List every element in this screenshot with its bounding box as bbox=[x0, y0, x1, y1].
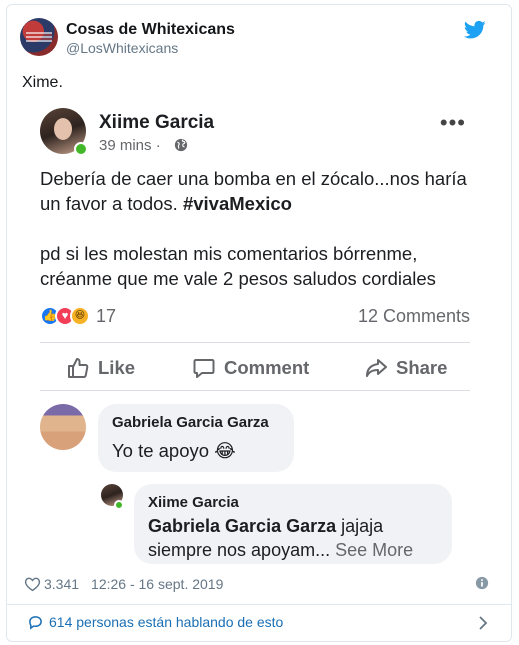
online-status-dot bbox=[74, 142, 88, 156]
comment-label: Comment bbox=[224, 357, 310, 378]
tweet-text: Xime. bbox=[22, 74, 63, 91]
comment-action: Comment bbox=[192, 350, 309, 386]
share-label: Share bbox=[396, 357, 448, 378]
like-action: Like bbox=[66, 350, 135, 386]
chevron-right-icon[interactable] bbox=[477, 616, 489, 630]
reply-text: Gabriela Garcia Garza jajaja siempre nos… bbox=[148, 514, 448, 562]
post-body: Debería de caer una bomba en el zócalo..… bbox=[40, 166, 470, 316]
post-text-ps: pd si les molestan mis comentarios bórre… bbox=[40, 243, 436, 289]
reply-bubble: Xiime Garcia Gabriela Garcia Garza jajaj… bbox=[134, 484, 452, 564]
tweet-header: Cosas de Whitexicans @LosWhitexicans bbox=[20, 18, 490, 60]
more-options-icon: ••• bbox=[439, 110, 466, 135]
facebook-post-screenshot: Xiime Garcia 39 mins · ••• Debería de ca… bbox=[28, 98, 478, 568]
reaction-count: 17 bbox=[96, 306, 117, 326]
comment-text: Yo te apoyo 😂 bbox=[112, 440, 236, 461]
online-status-dot bbox=[114, 500, 124, 510]
like-count[interactable]: 3.341 bbox=[44, 576, 79, 592]
conversation-link[interactable]: 614 personas están hablando de esto bbox=[28, 614, 283, 630]
comments-count: 12 Comments bbox=[357, 306, 470, 326]
like-label: Like bbox=[98, 357, 136, 378]
tweet-meta: 3.341 12:26 - 16 sept. 2019 bbox=[24, 574, 223, 594]
thumbs-up-icon bbox=[68, 358, 89, 378]
post-author-name: Xiime Garcia bbox=[99, 112, 215, 133]
account-handle[interactable]: @LosWhitexicans bbox=[66, 40, 178, 56]
comment-bubble-icon bbox=[193, 359, 215, 378]
post-time: 39 mins · bbox=[99, 137, 161, 154]
heart-icon[interactable] bbox=[24, 576, 41, 592]
divider bbox=[40, 390, 470, 391]
post-actions: Like Comment Share bbox=[40, 350, 470, 386]
see-more-link: See More bbox=[335, 540, 414, 560]
account-name[interactable]: Cosas de Whitexicans bbox=[66, 21, 235, 39]
share-action: Share bbox=[364, 350, 447, 386]
share-arrow-icon bbox=[366, 359, 387, 377]
commenter-avatar bbox=[40, 404, 86, 450]
globe-icon bbox=[174, 138, 188, 152]
account-avatar[interactable] bbox=[20, 18, 58, 56]
conversation-text[interactable]: 614 personas están hablando de esto bbox=[49, 614, 283, 630]
divider bbox=[40, 342, 470, 343]
reply-author: Xiime Garcia bbox=[148, 494, 239, 511]
twitter-bird-icon[interactable] bbox=[464, 20, 486, 40]
tweet-timestamp[interactable]: 12:26 - 16 sept. 2019 bbox=[91, 576, 223, 592]
comment-bubble-icon bbox=[29, 615, 42, 630]
footer-divider bbox=[7, 604, 511, 605]
comment-author: Gabriela Garcia Garza bbox=[112, 414, 269, 431]
reply-mention: Gabriela Garcia Garza bbox=[148, 516, 337, 536]
haha-reaction-icon: 😆 bbox=[70, 306, 90, 326]
info-icon[interactable] bbox=[475, 576, 489, 590]
post-hashtag: #vivaMexico bbox=[182, 193, 292, 214]
comment-bubble: Gabriela Garcia Garza Yo te apoyo 😂 bbox=[98, 404, 294, 472]
reactions-row: 👍 ♥ 😆 17 12 Comments bbox=[40, 304, 470, 328]
